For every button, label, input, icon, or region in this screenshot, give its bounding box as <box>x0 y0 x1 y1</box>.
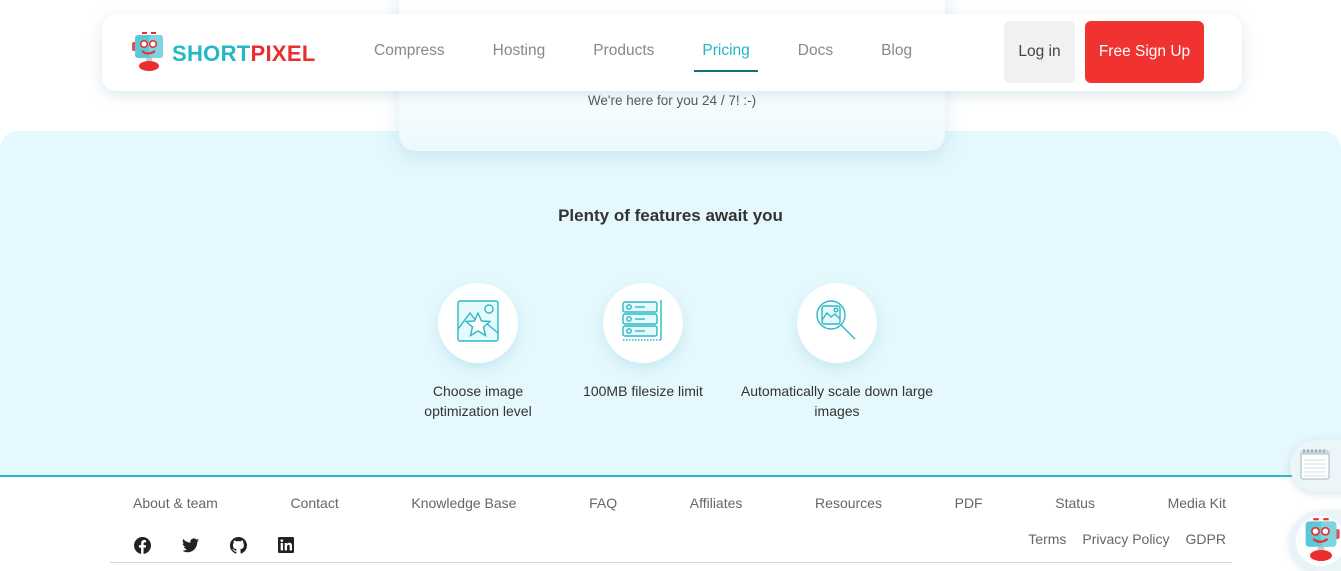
nav-docs[interactable]: Docs <box>798 14 833 91</box>
nav-compress[interactable]: Compress <box>374 14 445 91</box>
features-section: Plenty of features await you Choose imag… <box>0 131 1341 477</box>
notepad-icon <box>1300 448 1330 485</box>
footer-link-knowledge-base[interactable]: Knowledge Base <box>411 495 516 511</box>
legal-links: Terms Privacy Policy GDPR <box>1012 531 1226 547</box>
navbar: SHORTPIXEL Compress Hosting Products Pri… <box>102 14 1242 91</box>
chat-widget-button[interactable] <box>1290 511 1341 571</box>
nav-blog[interactable]: Blog <box>881 14 912 91</box>
logo-text-short: SHORT <box>172 40 251 66</box>
feature-label: Choose image optimization level <box>424 383 532 419</box>
legal-link-terms[interactable]: Terms <box>1028 531 1066 547</box>
notes-widget-button[interactable] <box>1290 440 1341 492</box>
logo-text: SHORTPIXEL <box>172 41 316 67</box>
legal-link-privacy[interactable]: Privacy Policy <box>1082 531 1169 547</box>
feature-item: 100MB filesize limit <box>543 283 743 401</box>
robot-chat-icon <box>1301 517 1341 566</box>
footer-links: About & team Contact Knowledge Base FAQ … <box>133 495 1226 511</box>
main-nav: Compress Hosting Products Pricing Docs B… <box>374 14 960 91</box>
footer: About & team Contact Knowledge Base FAQ … <box>0 479 1341 571</box>
feature-icon-circle <box>438 283 518 363</box>
footer-link-affiliates[interactable]: Affiliates <box>690 495 743 511</box>
logo[interactable]: SHORTPIXEL <box>132 31 316 76</box>
logo-text-pixel: PIXEL <box>250 40 316 66</box>
nav-products[interactable]: Products <box>593 14 654 91</box>
features-title: Plenty of features await you <box>558 206 783 225</box>
chat-widget-avatar <box>1296 516 1341 566</box>
nav-hosting[interactable]: Hosting <box>493 14 546 91</box>
feature-label: Automatically scale down large images <box>740 383 934 419</box>
support-text: We're here for you 24 / 7! :-) <box>587 93 757 108</box>
login-button[interactable]: Log in <box>1004 21 1075 83</box>
image-magnify-icon <box>815 299 859 348</box>
facebook-icon[interactable] <box>133 536 151 554</box>
footer-link-about[interactable]: About & team <box>133 495 218 511</box>
footer-link-pdf[interactable]: PDF <box>955 495 983 511</box>
social-links <box>133 536 325 554</box>
footer-link-contact[interactable]: Contact <box>290 495 338 511</box>
feature-label: 100MB filesize limit <box>583 383 703 399</box>
feature-item: Automatically scale down large images <box>737 283 937 421</box>
footer-link-resources[interactable]: Resources <box>815 495 882 511</box>
nav-pricing[interactable]: Pricing <box>694 14 759 91</box>
twitter-icon[interactable] <box>181 536 199 554</box>
legal-link-gdpr[interactable]: GDPR <box>1186 531 1226 547</box>
feature-icon-circle <box>797 283 877 363</box>
signup-button[interactable]: Free Sign Up <box>1085 21 1204 83</box>
linkedin-icon[interactable] <box>277 536 295 554</box>
server-stack-icon <box>621 299 665 348</box>
feature-icon-circle <box>603 283 683 363</box>
github-icon[interactable] <box>229 536 247 554</box>
footer-link-status[interactable]: Status <box>1055 495 1095 511</box>
robot-logo-icon <box>132 31 166 76</box>
footer-link-media-kit[interactable]: Media Kit <box>1168 495 1226 511</box>
footer-link-faq[interactable]: FAQ <box>589 495 617 511</box>
image-star-icon <box>456 299 500 348</box>
footer-divider <box>110 562 1232 563</box>
